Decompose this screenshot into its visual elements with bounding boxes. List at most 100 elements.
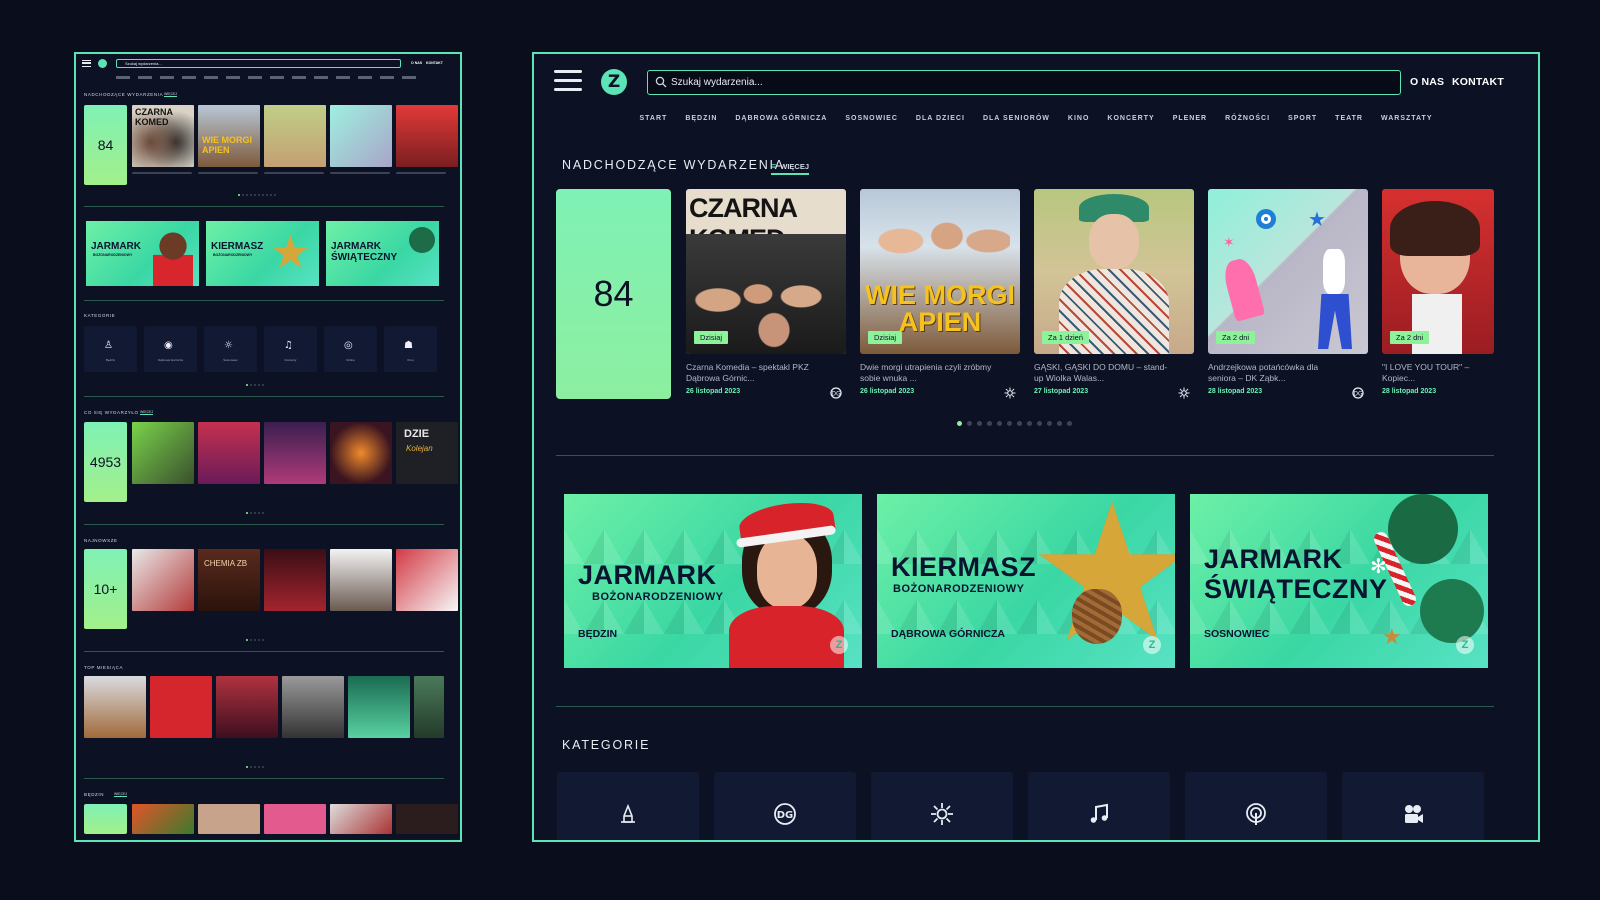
sosnowiec-icon xyxy=(931,803,953,825)
nav-item-sport[interactable]: SPORT xyxy=(1279,114,1326,124)
nav-item-sosnowiec[interactable]: SOSNOWIEC xyxy=(836,114,907,124)
category-cinema[interactable] xyxy=(1342,772,1484,840)
contact-link[interactable]: KONTAKT xyxy=(1452,76,1504,88)
mini-section-past: CO SIĘ WYDARZYŁO xyxy=(84,410,139,415)
nav-item-cinema[interactable]: KINO xyxy=(1059,114,1099,124)
upcoming-title: NADCHODZĄCE WYDARZENIA xyxy=(562,158,785,172)
event-date: 26 listopad 2023 xyxy=(686,388,741,395)
event-title: "I LOVE YOU TOUR" – Kopiec... xyxy=(1382,362,1470,383)
category-concerts[interactable] xyxy=(1028,772,1170,840)
nav-item-outdoor[interactable]: PLENER xyxy=(1164,114,1216,124)
online-icon xyxy=(1246,803,1266,825)
mini-upcoming-count: 84 xyxy=(84,105,127,185)
event-badge: Za 1 dzień xyxy=(1042,331,1090,344)
mini-newest-count: 10+ xyxy=(84,549,127,629)
event-badge: Dzisiaj xyxy=(868,331,903,344)
search-input[interactable] xyxy=(647,70,1401,95)
logo-icon[interactable]: Z xyxy=(601,69,627,95)
watermark-icon: Z xyxy=(1143,636,1161,654)
banner-jarmark-bedzin[interactable]: JARMARK BOŻONARODZENIOWY BĘDZIN Z xyxy=(564,494,862,668)
mini-about-link[interactable]: O NAS xyxy=(411,61,422,65)
site-header: Z O NAS KONTAKT xyxy=(534,54,1538,110)
mini-more-link[interactable]: WIĘCEJ xyxy=(164,92,178,97)
logo-icon[interactable] xyxy=(98,59,107,68)
category-dabrowa[interactable]: DG xyxy=(714,772,856,840)
mini-search-input[interactable]: Szukaj wydarzenia... xyxy=(116,59,401,68)
mini-section-upcoming: NADCHODZĄCE WYDARZENIA xyxy=(84,92,164,97)
event-card[interactable]: WIE MORGI APIEN Dzisiaj Dwie morgi utrapi… xyxy=(860,189,1020,399)
nav-item-theatre[interactable]: TEATR xyxy=(1326,114,1372,124)
mini-card[interactable] xyxy=(330,105,392,167)
nav-item-dabrowa[interactable]: DĄBROWA GÓRNICZA xyxy=(726,114,836,124)
event-badge: Dzisiaj xyxy=(694,331,729,344)
mini-past-count: 4953 xyxy=(84,422,127,502)
event-image: ★ ✶ Za 2 dni xyxy=(1208,189,1368,354)
sosnowiec-icon xyxy=(1178,387,1190,399)
nav-item-concerts[interactable]: KONCERTY xyxy=(1098,114,1163,124)
event-title: Dwie morgi utrapienia czyli zróbmy sobie… xyxy=(860,362,992,383)
event-title: GĄSKI, GĄSKI DO DOMU – stand-up Wiolka W… xyxy=(1034,362,1168,383)
mini-card[interactable]: CZARNA KOMED xyxy=(132,105,194,167)
watermark-icon: Z xyxy=(1456,636,1474,654)
nav-item-seniors[interactable]: DLA SENIORÓW xyxy=(974,114,1059,124)
nav-item-misc[interactable]: RÓŻNOŚCI xyxy=(1216,114,1279,124)
divider xyxy=(556,706,1494,707)
sosnowiec-icon xyxy=(1004,387,1016,399)
carousel-dots[interactable] xyxy=(957,421,1072,426)
mini-card[interactable] xyxy=(264,105,326,167)
event-card[interactable]: Za 2 dni "I LOVE YOU TOUR" – Kopiec... 2… xyxy=(1382,189,1494,395)
dg-icon: DG xyxy=(1352,387,1364,399)
mini-contact-link[interactable]: KONTAKT xyxy=(426,61,443,65)
upcoming-count: 84 xyxy=(556,189,671,399)
event-date: 28 listopad 2023 xyxy=(1208,388,1263,395)
mini-section-categories: KATEGORIE xyxy=(84,313,116,318)
event-image: CZARNA KOMED Dzisiaj xyxy=(686,189,846,354)
search-icon xyxy=(655,76,667,88)
svg-text:DG: DG xyxy=(1353,391,1363,398)
music-note-icon xyxy=(1090,803,1108,823)
event-badge: Za 2 dni xyxy=(1216,331,1256,344)
divider xyxy=(556,455,1494,456)
svg-text:DG: DG xyxy=(777,810,794,821)
category-bedzin[interactable] xyxy=(557,772,699,840)
categories-title: KATEGORIE xyxy=(562,738,651,752)
bedzin-icon xyxy=(621,803,635,823)
category-online[interactable] xyxy=(1185,772,1327,840)
film-camera-icon xyxy=(1405,805,1423,823)
nav-item-start[interactable]: START xyxy=(631,114,677,124)
dg-icon: DG xyxy=(830,387,842,399)
mini-banner[interactable]: KIERMASZ BOŻONARODZENIOWY ★ xyxy=(206,221,319,286)
mini-banner[interactable]: JARMARK BOŻONARODZENIOWY xyxy=(86,221,199,286)
mini-section-top: TOP MIESIĄCA xyxy=(84,665,124,670)
event-card[interactable]: ★ ✶ Za 2 dni Andrzejkowa potańcówka dla … xyxy=(1208,189,1368,399)
category-nav: START BĘDZIN DĄBROWA GÓRNICZA SOSNOWIEC … xyxy=(534,114,1538,124)
event-card[interactable]: CZARNA KOMED Dzisiaj Czarna Komedia – sp… xyxy=(686,189,846,399)
menu-icon[interactable] xyxy=(554,70,582,92)
svg-text:DG: DG xyxy=(831,391,841,398)
event-date: 27 listopad 2023 xyxy=(1034,388,1089,395)
event-title: Czarna Komedia – spektakl PKZ Dąbrowa Gó… xyxy=(686,362,809,383)
nav-item-kids[interactable]: DLA DZIECI xyxy=(907,114,974,124)
about-link[interactable]: O NAS xyxy=(1410,76,1444,88)
banner-jarmark-sosnowiec[interactable]: ★ ✻ JARMARK ŚWIĄTECZNY SOSNOWIEC Z xyxy=(1190,494,1488,668)
event-image: Za 2 dni xyxy=(1382,189,1494,354)
dg-icon: DG xyxy=(774,803,796,825)
category-sosnowiec[interactable] xyxy=(871,772,1013,840)
mini-banner[interactable]: JARMARK ŚWIĄTECZNY xyxy=(326,221,439,286)
event-card[interactable]: Za 1 dzień GĄSKI, GĄSKI DO DOMU – stand-… xyxy=(1034,189,1194,399)
event-title: Andrzejkowa potańcówka dla seniora – DK … xyxy=(1208,362,1319,383)
menu-icon[interactable] xyxy=(82,60,91,67)
banner-kiermasz-dabrowa[interactable]: ★ KIERMASZ BOŻONARODZENIOWY DĄBROWA GÓRN… xyxy=(877,494,1175,668)
mobile-preview: Szukaj wydarzenia... O NAS KONTAKT NADCH… xyxy=(74,52,462,842)
mini-card[interactable]: WIE MORGI APIEN xyxy=(198,105,260,167)
event-image: Za 1 dzień xyxy=(1034,189,1194,354)
more-link[interactable]: ≡ WIĘCEJ xyxy=(771,161,810,175)
nav-item-bedzin[interactable]: BĘDZIN xyxy=(676,114,726,124)
watermark-icon: Z xyxy=(830,636,848,654)
mini-card[interactable] xyxy=(396,105,458,167)
event-date: 26 listopad 2023 xyxy=(860,388,915,395)
mini-carousel-dots[interactable] xyxy=(238,194,276,196)
mini-section-newest: NAJNOWSZE xyxy=(84,538,118,543)
event-badge: Za 2 dni xyxy=(1390,331,1430,344)
nav-item-workshops[interactable]: WARSZTATY xyxy=(1372,114,1442,124)
